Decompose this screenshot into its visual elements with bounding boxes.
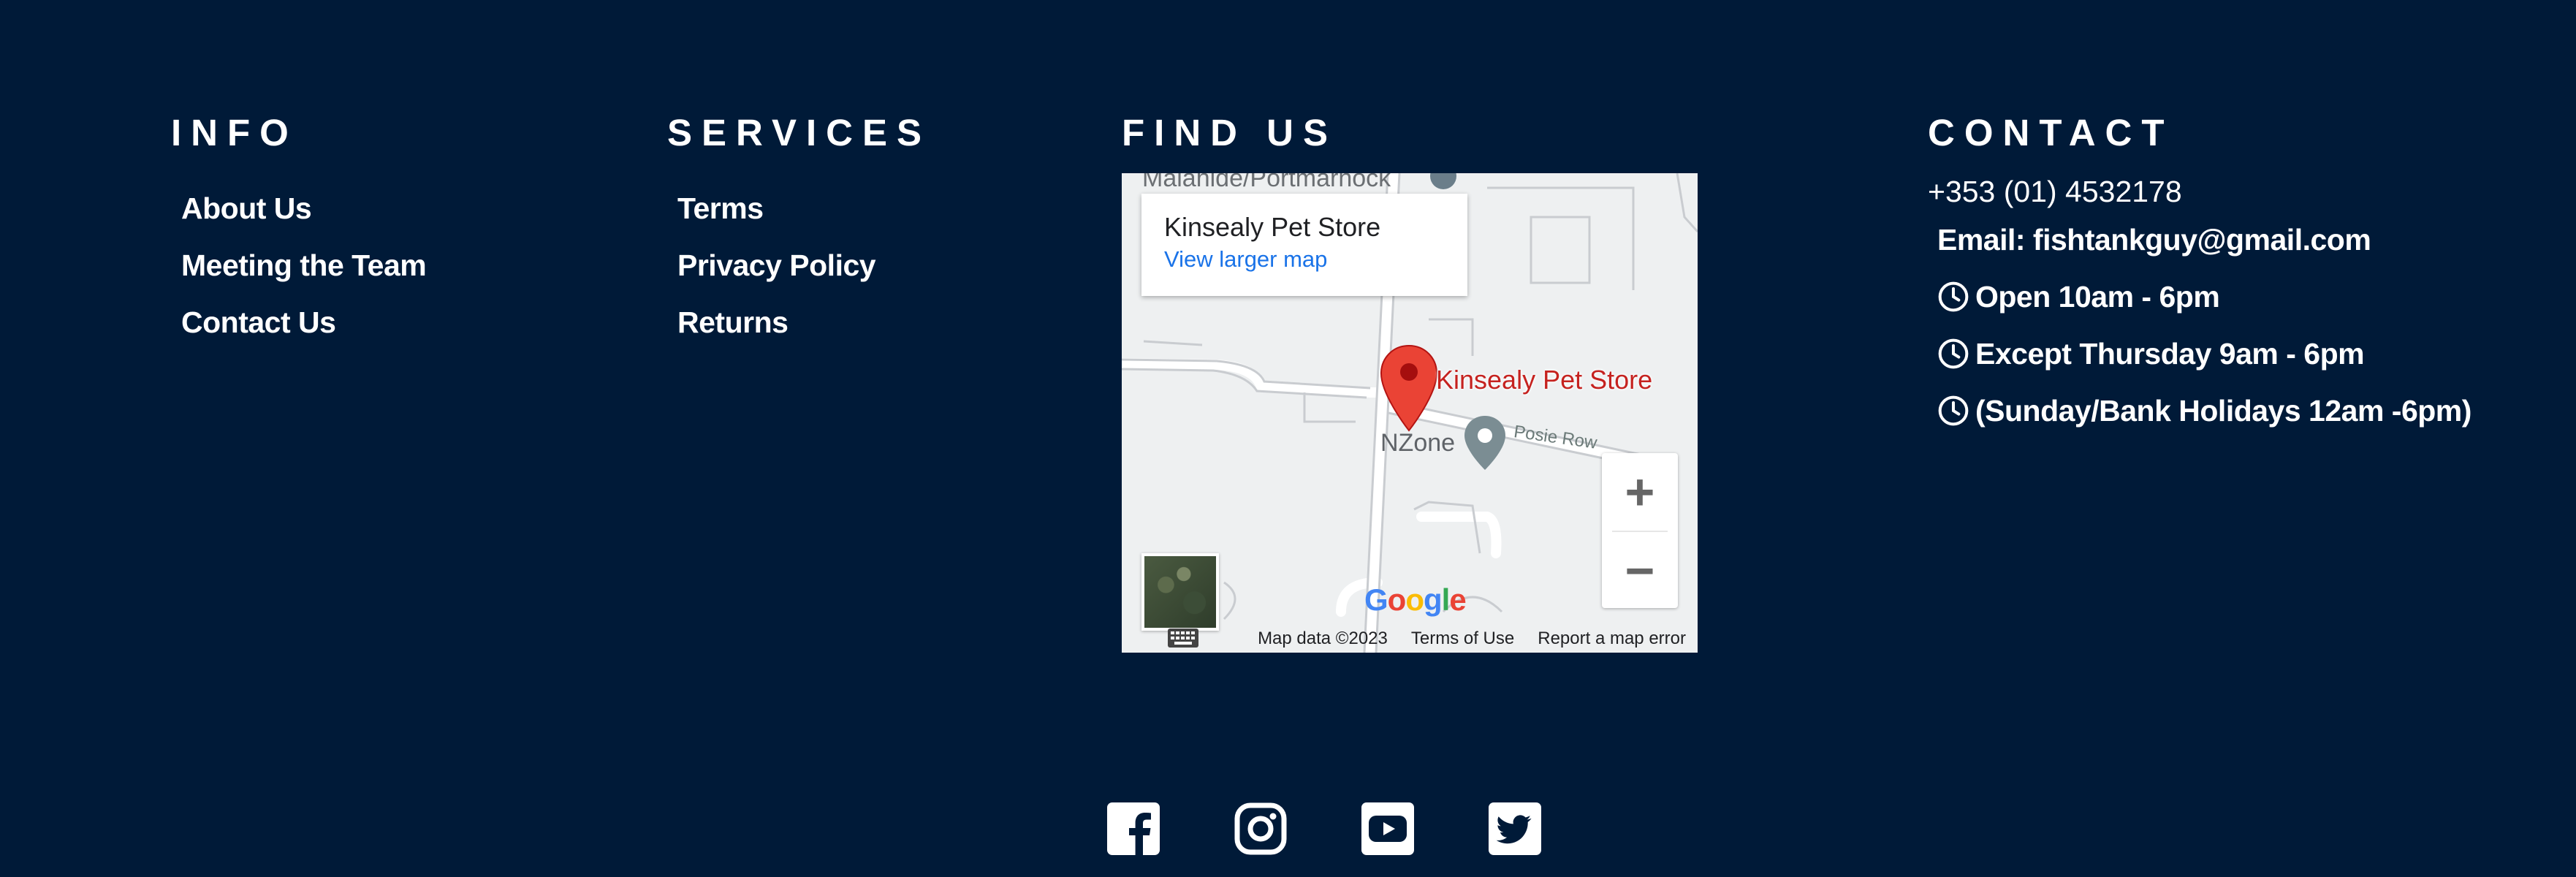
place-card-title: Kinsealy Pet Store (1164, 212, 1381, 242)
poi-label[interactable]: NZone (1380, 429, 1455, 458)
report-map-error-link[interactable]: Report a map error (1538, 629, 1686, 649)
email-text: Email: fishtankguy@gmail.com (1937, 222, 2371, 257)
info-links: About Us Meeting the Team Contact Us (181, 180, 427, 351)
hours-row: (Sunday/Bank Holidays 12am -6pm) (1937, 382, 2471, 439)
zoom-in-button[interactable]: + (1602, 453, 1678, 531)
facebook-icon[interactable] (1107, 802, 1160, 859)
map-attribution: Map data ©2023 Terms of Use Report a map… (1122, 625, 1698, 653)
map-place-card: Kinsealy Pet Store View larger map (1141, 194, 1467, 296)
clock-icon (1938, 395, 1969, 426)
find-us-heading: FIND US (1122, 112, 1337, 153)
google-logo: Google (1364, 582, 1467, 617)
zoom-controls: + − (1602, 453, 1678, 608)
contact-heading: CONTACT (1928, 112, 2174, 153)
clock-icon (1938, 338, 1969, 369)
hours-row: Open 10am - 6pm (1937, 268, 2471, 325)
instagram-icon[interactable] (1234, 802, 1287, 859)
hours-text: (Sunday/Bank Holidays 12am -6pm) (1975, 393, 2471, 428)
pin-label[interactable]: Kinsealy Pet Store (1436, 365, 1652, 395)
twitter-icon[interactable] (1489, 802, 1541, 859)
services-heading: SERVICES (667, 112, 931, 153)
returns-link[interactable]: Returns (677, 294, 875, 351)
terms-of-use-link[interactable]: Terms of Use (1411, 629, 1514, 649)
top-street-label: Malahide/Portmarnock (1142, 173, 1391, 192)
hours-text: Except Thursday 9am - 6pm (1975, 336, 2365, 371)
embedded-map[interactable]: Malahide/Portmarnock Kinsealy Pet Store … (1122, 173, 1698, 653)
services-links: Terms Privacy Policy Returns (677, 180, 876, 351)
info-heading: INFO (171, 112, 298, 153)
map-data-text: Map data ©2023 (1258, 629, 1388, 648)
email-address: Email: fishtankguy@gmail.com (1937, 211, 2471, 268)
youtube-icon[interactable] (1361, 802, 1414, 859)
satellite-toggle[interactable] (1141, 553, 1219, 631)
about-us-link[interactable]: About Us (181, 180, 426, 237)
phone-number: +353 (01) 4532178 (1928, 175, 2182, 208)
hours-text: Open 10am - 6pm (1975, 279, 2220, 314)
view-larger-map-link[interactable]: View larger map (1164, 243, 1445, 276)
privacy-policy-link[interactable]: Privacy Policy (677, 237, 876, 294)
contact-details: Email: fishtankguy@gmail.com Open 10am -… (1937, 211, 2471, 439)
terms-link[interactable]: Terms (677, 180, 875, 237)
keyboard-icon[interactable] (1167, 628, 1199, 648)
clock-icon (1938, 281, 1969, 312)
meeting-the-team-link[interactable]: Meeting the Team (181, 237, 427, 294)
zoom-out-button[interactable]: − (1602, 532, 1678, 610)
contact-us-link[interactable]: Contact Us (181, 294, 426, 351)
hours-row: Except Thursday 9am - 6pm (1937, 325, 2471, 382)
